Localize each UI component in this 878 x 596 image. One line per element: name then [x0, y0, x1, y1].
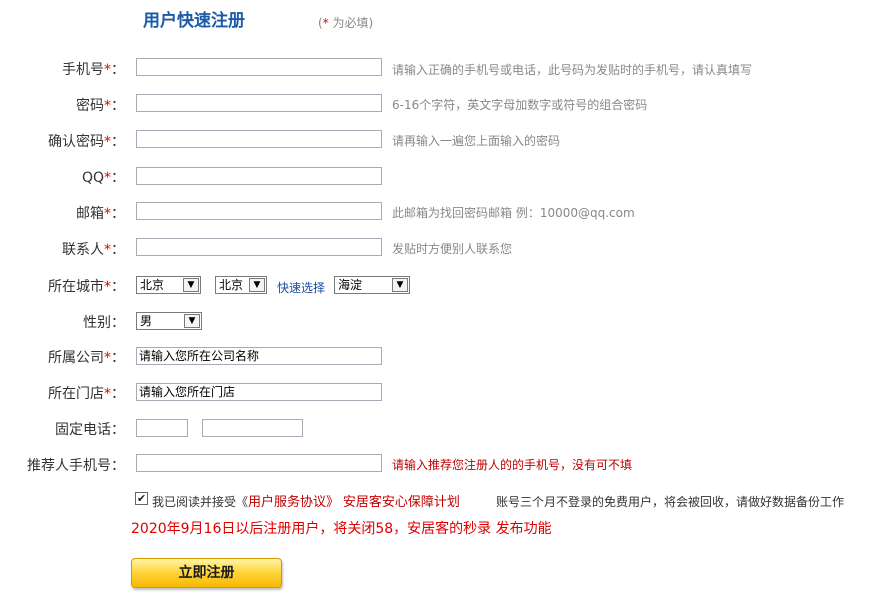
email-label: 邮箱*：: [76, 206, 125, 222]
required-star: *: [104, 386, 111, 402]
password-input[interactable]: [136, 94, 382, 112]
agreement-prefix: 我已阅读并接受《: [152, 495, 249, 509]
required-note-text: 为必填): [328, 16, 374, 30]
chevron-down-icon: ▼: [184, 314, 200, 328]
chevron-down-icon: ▼: [249, 278, 265, 292]
confirm-password-label-text: 确认密码: [48, 134, 104, 150]
referrer-input[interactable]: [136, 454, 382, 472]
phone-label-text: 手机号: [62, 62, 104, 78]
feature-close-notice: 2020年9月16日以后注册用户，将关闭58，安居客的秒录 发布功能: [131, 521, 552, 537]
required-star: *: [104, 170, 111, 186]
required-star: *: [104, 62, 111, 78]
qq-label-text: QQ: [81, 170, 104, 186]
gender-value: 男: [140, 314, 153, 328]
contact-hint: 发贴时方便别人联系您: [392, 242, 513, 256]
company-label: 所属公司*：: [48, 350, 125, 366]
store-label-text: 所在门店: [48, 386, 104, 402]
contact-label-text: 联系人: [62, 242, 104, 258]
contact-input[interactable]: [136, 238, 382, 256]
required-star: *: [104, 134, 111, 150]
phone-label: 手机号*：: [62, 62, 125, 78]
required-star: *: [104, 242, 111, 258]
email-label-text: 邮箱: [76, 206, 104, 222]
gender-select[interactable]: 男 ▼: [136, 312, 202, 330]
qq-label: QQ*：: [81, 170, 125, 186]
email-input[interactable]: [136, 202, 382, 220]
account-recycle-notice: 账号三个月不登录的免费用户，将会被回收，请做好数据备份工作: [496, 495, 845, 509]
gender-label: 性别：: [83, 315, 125, 331]
password-label: 密码*：: [76, 98, 125, 114]
terms-link[interactable]: 用户服务协议》: [248, 495, 339, 510]
chevron-down-icon: ▼: [392, 278, 408, 292]
referrer-label: 推荐人手机号：: [27, 458, 125, 474]
required-star: *: [104, 350, 111, 366]
company-label-text: 所属公司: [48, 350, 104, 366]
company-input[interactable]: 请输入您所在公司名称: [136, 347, 382, 365]
phone-hint: 请输入正确的手机号或电话，此号码为发贴时的手机号，请认真填写: [392, 63, 753, 77]
city-value: 北京: [219, 278, 244, 292]
store-input[interactable]: 请输入您所在门店: [136, 383, 382, 401]
password-hint: 6-16个字符，英文字母加数字或符号的组合密码: [392, 98, 648, 112]
required-note: (* 为必填): [318, 14, 373, 31]
required-star: *: [104, 279, 111, 295]
agreement-text: 我已阅读并接受《用户服务协议》 安居客安心保障计划: [152, 491, 460, 510]
agreement-checkbox[interactable]: ✔: [135, 492, 148, 505]
district-select[interactable]: 海淀 ▼: [334, 276, 410, 294]
confirm-password-label: 确认密码*：: [48, 134, 125, 150]
qq-input[interactable]: [136, 167, 382, 185]
guarantee-plan-link[interactable]: 安居客安心保障计划: [343, 495, 460, 510]
landline-number-input[interactable]: [202, 419, 303, 437]
city-select[interactable]: 北京 ▼: [215, 276, 267, 294]
store-label: 所在门店*：: [48, 386, 125, 402]
city-label: 所在城市*：: [48, 279, 125, 295]
chevron-down-icon: ▼: [183, 278, 199, 292]
phone-input[interactable]: [136, 58, 382, 76]
page-title: 用户快速注册: [143, 11, 245, 31]
quick-select-link[interactable]: 快速选择: [277, 279, 325, 296]
required-star: *: [104, 98, 111, 114]
password-label-text: 密码: [76, 98, 104, 114]
confirm-password-input[interactable]: [136, 130, 382, 148]
province-value: 北京: [140, 278, 165, 292]
city-label-text: 所在城市: [48, 279, 104, 295]
required-star: *: [104, 206, 111, 222]
email-hint: 此邮箱为找回密码邮箱 例：10000@qq.com: [392, 206, 635, 220]
district-value: 海淀: [338, 278, 363, 292]
landline-area-code-input[interactable]: [136, 419, 188, 437]
confirm-password-hint: 请再输入一遍您上面输入的密码: [392, 134, 561, 148]
register-button[interactable]: 立即注册: [131, 558, 282, 588]
landline-label: 固定电话：: [55, 422, 125, 438]
contact-label: 联系人*：: [62, 242, 125, 258]
referrer-hint: 请输入推荐您注册人的的手机号，没有可不填: [392, 458, 633, 472]
province-select[interactable]: 北京 ▼: [136, 276, 201, 294]
